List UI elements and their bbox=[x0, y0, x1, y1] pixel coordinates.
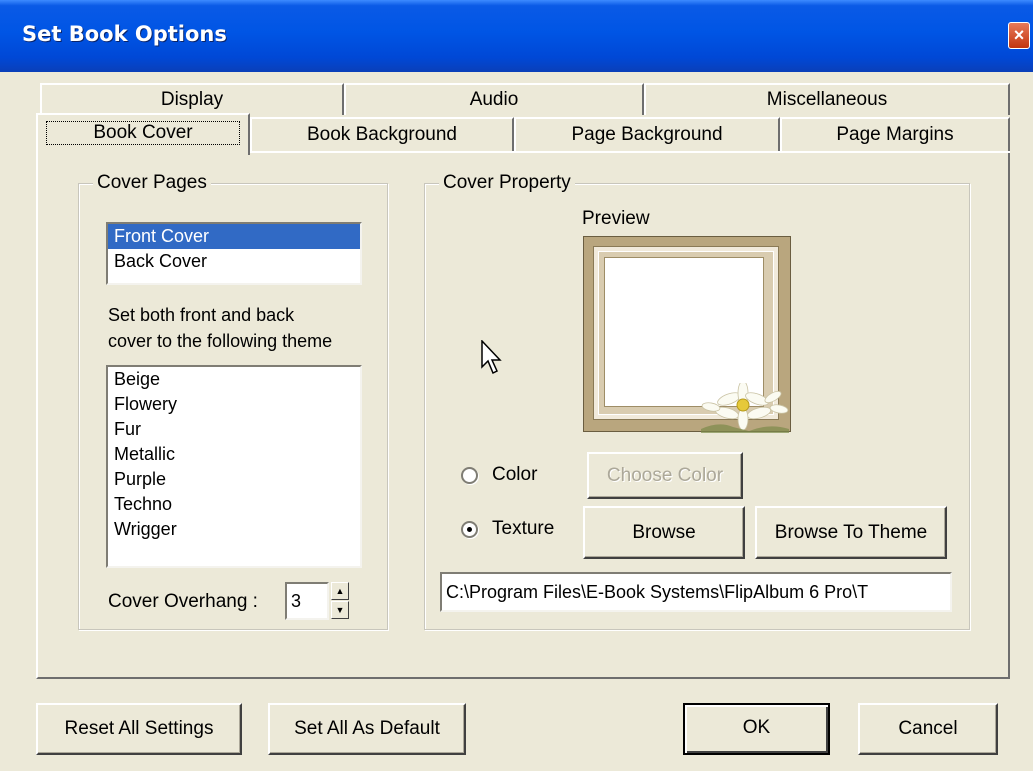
mouse-pointer-icon bbox=[481, 340, 502, 375]
set-all-as-default-button[interactable]: Set All As Default bbox=[268, 703, 466, 755]
close-icon[interactable]: × bbox=[1008, 22, 1030, 49]
cover-page-list[interactable]: Front Cover Back Cover bbox=[106, 222, 362, 285]
list-item-front-cover[interactable]: Front Cover bbox=[108, 224, 360, 249]
list-item-theme[interactable]: Purple bbox=[108, 467, 360, 492]
browse-button[interactable]: Browse bbox=[583, 506, 745, 559]
tab-page-margins[interactable]: Page Margins bbox=[780, 117, 1010, 151]
reset-all-settings-button[interactable]: Reset All Settings bbox=[36, 703, 242, 755]
ok-button[interactable]: OK bbox=[683, 703, 830, 755]
tab-label: Book Background bbox=[307, 124, 457, 145]
cover-overhang-input[interactable]: 3 bbox=[285, 582, 329, 620]
radio-dot bbox=[467, 527, 472, 532]
list-item-theme[interactable]: Wrigger bbox=[108, 517, 360, 542]
choose-color-button[interactable]: Choose Color bbox=[587, 452, 743, 499]
texture-radio-label: Texture bbox=[492, 518, 555, 539]
color-radio[interactable] bbox=[461, 467, 478, 484]
tab-panel-top-edge bbox=[248, 151, 1010, 153]
theme-caption-line2: cover to the following theme bbox=[108, 331, 333, 351]
texture-path-field[interactable]: C:\Program Files\E-Book Systems\FlipAlbu… bbox=[440, 572, 952, 612]
cover-property-legend: Cover Property bbox=[439, 172, 575, 194]
tab-audio[interactable]: Audio bbox=[344, 83, 644, 115]
list-item-theme[interactable]: Fur bbox=[108, 417, 360, 442]
tab-label: Audio bbox=[469, 89, 519, 110]
spin-down-button[interactable]: ▼ bbox=[331, 601, 349, 619]
window-title: Set Book Options bbox=[22, 22, 227, 46]
list-item-theme[interactable]: Flowery bbox=[108, 392, 360, 417]
list-item-theme[interactable]: Beige bbox=[108, 367, 360, 392]
list-item-back-cover[interactable]: Back Cover bbox=[108, 249, 360, 274]
list-item-theme[interactable]: Techno bbox=[108, 492, 360, 517]
cover-preview bbox=[583, 236, 791, 433]
tab-label: Page Background bbox=[571, 124, 723, 145]
list-item-theme[interactable]: Metallic bbox=[108, 442, 360, 467]
tab-label: Display bbox=[160, 89, 224, 110]
tab-book-cover[interactable]: Book Cover bbox=[36, 113, 250, 155]
title-bar: Set Book Options × bbox=[0, 0, 1033, 72]
tab-label: Book Cover bbox=[46, 121, 240, 145]
tab-display[interactable]: Display bbox=[40, 83, 344, 115]
color-radio-label: Color bbox=[492, 464, 538, 485]
tab-page-background[interactable]: Page Background bbox=[514, 117, 780, 151]
cover-pages-legend: Cover Pages bbox=[93, 172, 211, 194]
spin-up-button[interactable]: ▲ bbox=[331, 582, 349, 600]
theme-caption-line1: Set both front and back bbox=[108, 305, 295, 325]
tab-miscellaneous[interactable]: Miscellaneous bbox=[644, 83, 1010, 115]
daisy-flower-icon bbox=[701, 383, 789, 433]
tab-label: Page Margins bbox=[836, 124, 954, 145]
texture-radio[interactable] bbox=[461, 521, 478, 538]
cover-overhang-label: Cover Overhang : bbox=[108, 591, 258, 612]
tab-label: Miscellaneous bbox=[766, 89, 888, 110]
cancel-button[interactable]: Cancel bbox=[858, 703, 998, 755]
theme-list[interactable]: Beige Flowery Fur Metallic Purple Techno… bbox=[106, 365, 362, 568]
preview-label: Preview bbox=[582, 208, 650, 229]
tab-book-background[interactable]: Book Background bbox=[250, 117, 514, 151]
browse-to-theme-button[interactable]: Browse To Theme bbox=[755, 506, 947, 559]
